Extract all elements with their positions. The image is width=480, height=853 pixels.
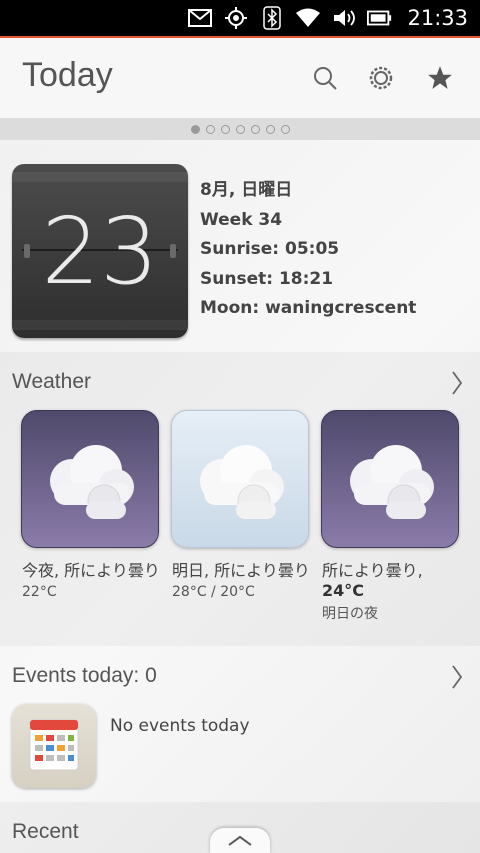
weather-text-tonight: 今夜, 所により曇り 22°C <box>22 560 162 600</box>
weather-note: 明日の夜 <box>322 606 378 622</box>
bottom-edge-handle[interactable] <box>210 828 270 853</box>
location-icon <box>223 5 249 31</box>
page-dot[interactable] <box>190 124 200 134</box>
calendar-app-icon[interactable] <box>12 704 96 788</box>
weather-desc: 今夜, 所により曇り <box>22 561 160 580</box>
wifi-icon <box>295 5 321 31</box>
cloud-icon <box>50 445 134 519</box>
favorite-button[interactable] <box>424 62 456 94</box>
recent-title[interactable]: Recent <box>12 820 79 844</box>
search-icon <box>314 67 337 90</box>
page-dot[interactable] <box>280 124 290 134</box>
battery-icon <box>367 5 393 31</box>
page-indicator[interactable] <box>0 118 480 140</box>
sunset: Sunset: 18:21 <box>200 268 334 289</box>
week-number: Week 34 <box>200 209 283 230</box>
date-section: 23 8月, 日曜日 Week 34 Sunrise: 05:05 Sunset… <box>0 140 480 352</box>
weather-temp: 24°C <box>322 581 365 600</box>
month-weekday: 8月, 日曜日 <box>200 180 293 200</box>
status-bar: 21:33 <box>0 0 480 36</box>
weather-text-tomorrow: 明日, 所により曇り 28°C / 20°C <box>172 560 312 600</box>
settings-icon <box>369 66 393 90</box>
cloud-icon <box>200 445 284 519</box>
header: Today <box>0 38 480 118</box>
weather-title[interactable]: Weather <box>12 370 91 394</box>
mail-icon <box>187 5 213 31</box>
settings-button[interactable] <box>365 62 397 94</box>
day-number: 23 <box>41 197 159 305</box>
page-dot[interactable] <box>250 124 260 134</box>
date-info: 8月, 日曜日 Week 34 Sunrise: 05:05 Sunset: 1… <box>200 176 416 324</box>
chevron-up-icon <box>228 835 252 846</box>
weather-temp: 22°C <box>22 584 57 600</box>
events-title[interactable]: Events today: 0 <box>12 664 157 688</box>
search-button[interactable] <box>309 62 341 94</box>
volume-icon <box>331 5 357 31</box>
weather-desc: 明日, 所により曇り <box>172 561 310 580</box>
page-dot[interactable] <box>265 124 275 134</box>
events-section: Events today: 0 No events today <box>0 646 480 802</box>
calendar-day-tile[interactable]: 23 <box>12 164 188 338</box>
no-events-text: No events today <box>110 716 250 736</box>
page-dot[interactable] <box>205 124 215 134</box>
favorite-icon <box>428 66 452 89</box>
chevron-right-icon[interactable] <box>450 664 464 690</box>
page-dot[interactable] <box>235 124 245 134</box>
page-title: Today <box>22 56 113 94</box>
weather-card-tonight[interactable] <box>21 410 159 548</box>
moon-phase: Moon: waningcrescent <box>200 298 417 318</box>
chevron-right-icon[interactable] <box>450 370 464 396</box>
weather-temp: 28°C / 20°C <box>172 584 255 600</box>
bluetooth-icon <box>259 5 285 31</box>
calendar-icon <box>29 719 79 771</box>
cloud-icon <box>350 445 434 519</box>
weather-section: Weather 今夜, 所により曇り 22°C 明日, 所により曇り 28°C … <box>0 352 480 646</box>
sunrise: Sunrise: 05:05 <box>200 239 340 259</box>
status-clock: 21:33 <box>407 6 468 30</box>
weather-card-tomorrow-night[interactable] <box>321 410 459 548</box>
weather-desc: 所により曇り, <box>322 561 423 580</box>
weather-card-tomorrow[interactable] <box>171 410 309 548</box>
weather-text-tomorrow-night: 所により曇り, 24°C 明日の夜 <box>322 560 462 623</box>
page-dot[interactable] <box>220 124 230 134</box>
